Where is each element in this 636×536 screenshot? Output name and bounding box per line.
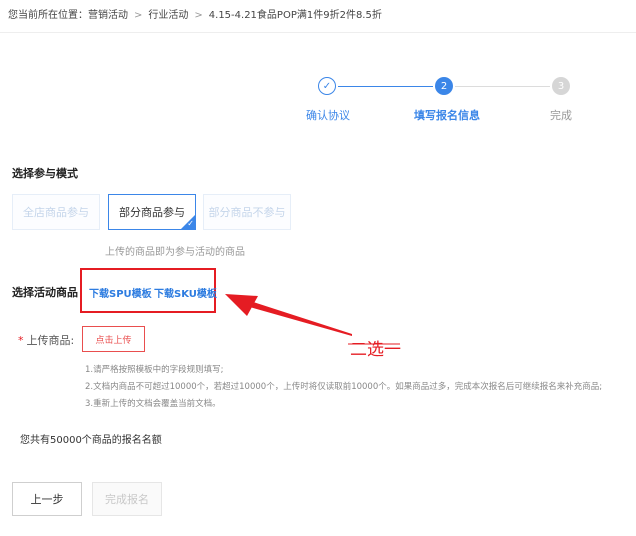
upload-rule-2: 2.文档内商品不可超过10000个，若超过10000个，上传时将仅读取前1000… [85,382,603,392]
annotation-arrow-shaft [246,301,352,336]
mode-option-label: 部分商品参与 [119,206,185,219]
breadcrumb-separator: > [134,10,143,21]
step-2-marker: 2 [435,77,453,95]
mode-option-partial-in[interactable]: 部分商品参与 ✓ [108,194,196,230]
mode-option-label: 全店商品参与 [23,206,89,219]
step-3-label: 完成 [550,109,572,122]
step-1-check-icon: ✓ [318,77,336,95]
required-mark: * [18,334,24,347]
upload-label: * 上传商品: [18,332,74,348]
header-divider [0,32,636,33]
download-spu-template-link[interactable]: 下载SPU模板 [89,285,152,300]
upload-rule-3: 3.重新上传的文档会覆盖当前文档。 [85,399,221,409]
annotation-text: 二选一 [350,340,401,360]
breadcrumb: 您当前所在位置：营销活动 > 行业活动 >4.15-4.21食品POP满1件9折2件8… [8,6,382,21]
breadcrumb-item-current: 4.15-4.21食品POP满1件9折2件8.5折 [208,10,382,21]
annotation-arrow-head [225,294,258,316]
mode-option-all[interactable]: 全店商品参与 [12,194,100,230]
previous-step-button[interactable]: 上一步 [12,482,82,516]
mode-option-label: 部分商品不参与 [208,206,286,219]
breadcrumb-item-industry[interactable]: 行业活动 [148,10,188,21]
upload-rule-1: 1.请严格按照模板中的字段规则填写; [85,365,224,375]
step-connector-done [338,86,433,87]
step-3-marker: 3 [552,77,570,95]
breadcrumb-separator: > [194,10,203,21]
breadcrumb-item-marketing[interactable]: 营销活动 [88,10,128,21]
checkmark-icon: ✓ [187,219,194,228]
mode-section-title: 选择参与模式 [12,167,78,180]
step-connector-pending [455,86,550,87]
complete-signup-button[interactable]: 完成报名 [92,482,162,516]
mode-hint: 上传的商品即为参与活动的商品 [105,247,245,258]
mode-option-partial-out[interactable]: 部分商品不参与 [203,194,291,230]
step-2-label: 填写报名信息 [414,109,480,122]
goods-section-title: 选择活动商品 [12,286,78,299]
upload-label-text: 上传商品: [26,334,75,347]
upload-button[interactable]: 点击上传 [82,326,145,352]
download-sku-template-link[interactable]: 下载SKU模板 [154,285,217,300]
breadcrumb-prefix: 您当前所在位置： [8,10,88,21]
step-1-label: 确认协议 [306,109,350,122]
quota-text: 您共有50000个商品的报名名额 [20,435,162,446]
